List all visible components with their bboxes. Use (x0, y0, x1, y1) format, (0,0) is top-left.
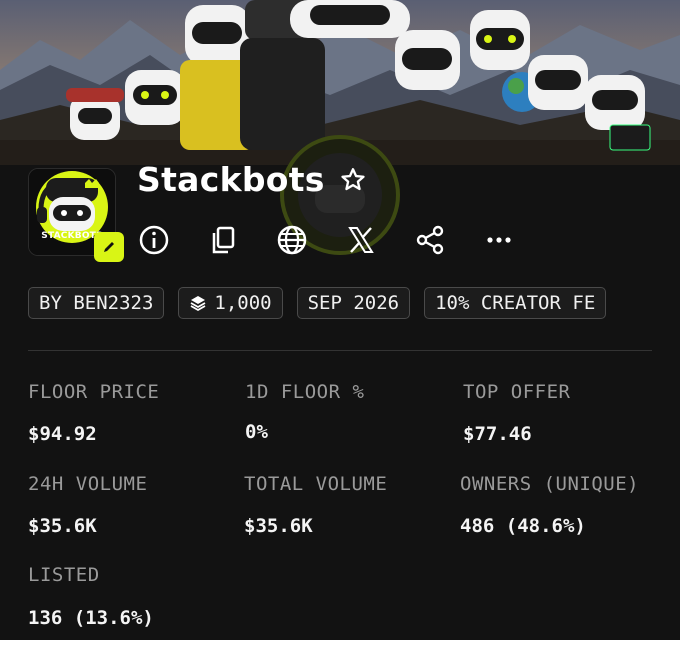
item-count-chip: 1,000 (178, 287, 283, 319)
item-count-label: 1,000 (214, 292, 272, 314)
copy-icon (212, 226, 235, 254)
globe-icon (277, 225, 307, 255)
owners-label: OWNERS (UNIQUE) (460, 473, 640, 495)
creator-fee-label: 10% CREATOR FE (435, 292, 596, 314)
divider (28, 350, 652, 351)
copy-button[interactable] (206, 223, 240, 257)
volume-24h-label: 24H VOLUME (28, 473, 148, 495)
creator-fee-chip: 10% CREATOR FE (424, 287, 607, 319)
top-offer-label: TOP OFFER (463, 381, 571, 403)
creator-chip[interactable]: BY BEN2323 (28, 287, 165, 319)
star-icon[interactable] (339, 166, 367, 194)
floor-price-value: $94.92 (28, 423, 97, 445)
x-profile-button[interactable] (344, 223, 378, 257)
website-button[interactable] (275, 223, 309, 257)
pencil-icon (104, 242, 114, 252)
owners-value: 486 (48.6%) (460, 515, 586, 537)
listed-value: 136 (13.6%) (28, 607, 154, 629)
floor-price-label: FLOOR PRICE (28, 381, 160, 403)
floor-change-value: 0% (245, 421, 268, 443)
more-icon (487, 237, 511, 243)
bottom-edge (0, 640, 680, 648)
x-icon (348, 227, 374, 253)
date-chip: SEP 2026 (296, 287, 411, 319)
floor-change-label: 1D FLOOR % (245, 381, 365, 403)
date-chip-label: SEP 2026 (307, 292, 400, 314)
creator-chip-label: BY BEN2323 (39, 292, 154, 314)
more-button[interactable] (482, 223, 516, 257)
volume-24h-value: $35.6K (28, 515, 97, 537)
action-icon-row (137, 222, 516, 258)
layers-icon (190, 296, 206, 312)
title-row: Stackbots (137, 160, 367, 199)
info-icon (139, 225, 169, 255)
collection-title: Stackbots (137, 160, 325, 199)
share-icon (416, 225, 444, 255)
share-button[interactable] (413, 223, 447, 257)
total-volume-label: TOTAL VOLUME (244, 473, 388, 495)
listed-label: LISTED (28, 564, 100, 586)
info-button[interactable] (137, 223, 171, 257)
total-volume-value: $35.6K (244, 515, 313, 537)
collection-tags: BY BEN2323 1,000 SEP 2026 10% CREATOR FE (28, 287, 652, 319)
edit-avatar-button[interactable] (94, 232, 124, 262)
top-offer-value: $77.46 (463, 423, 532, 445)
